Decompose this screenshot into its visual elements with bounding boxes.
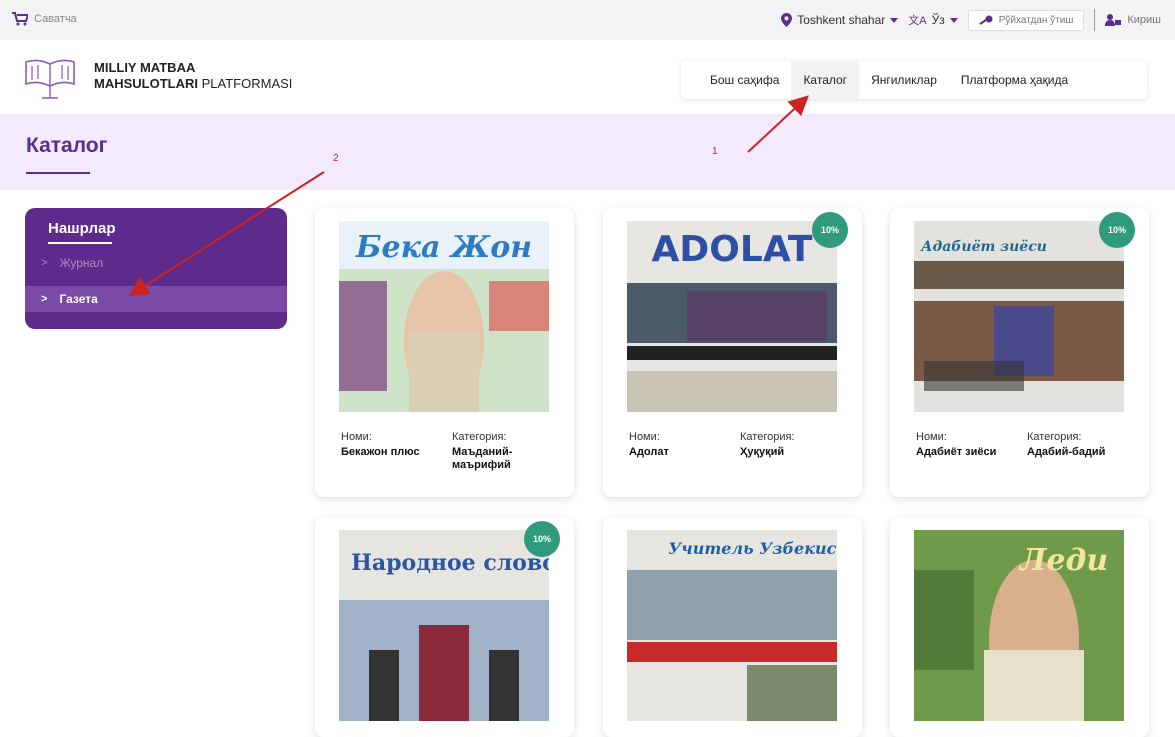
site-header: MILLIY MATBAA MAHSULOTLARI PLATFORMASI Б… <box>0 40 1175 114</box>
cover-image: ADOLAT <box>627 221 837 412</box>
user-icon <box>1105 14 1122 26</box>
divider <box>1094 9 1096 31</box>
product-card[interactable]: Бека Жон Номи: Бекажон плюс Категория: Маъ… <box>315 208 574 497</box>
category-label: Категория: <box>1027 431 1082 443</box>
annotation-number-1: 1 <box>712 146 718 157</box>
product-card[interactable]: 10% Адабиёт зиёси Номи: Адабиёт зиёси Кат… <box>890 208 1149 497</box>
name-label: Номи: <box>629 431 660 443</box>
cover-title: Народное слово <box>351 550 549 576</box>
card-name: Адабиёт зиёси <box>916 446 997 458</box>
login-label: Кириш <box>1127 14 1161 26</box>
logo-icon[interactable] <box>22 56 78 100</box>
cover-title: Учитель Узбекистана <box>668 539 837 558</box>
register-label: Рўйхатдан ўтиш <box>998 14 1074 26</box>
chevron-down-icon <box>949 17 958 23</box>
key-icon <box>979 15 993 25</box>
product-card[interactable]: 10% ADOLAT Номи: Адолат Категория: Ҳуқуқий <box>603 208 862 497</box>
cover-image: Леди <box>914 530 1124 721</box>
card-name: Адолат <box>629 446 669 458</box>
nav-about[interactable]: Платформа ҳақида <box>949 61 1080 99</box>
card-category: Адабий-бадий <box>1027 446 1106 458</box>
nav-home[interactable]: Бош саҳифа <box>681 61 791 99</box>
register-button[interactable]: Рўйхатдан ўтиш <box>967 9 1085 31</box>
sidebar-item-label: Журнал <box>59 256 104 270</box>
cover-image: Адабиёт зиёси <box>914 221 1124 412</box>
cover-title: Леди <box>1018 543 1108 578</box>
brand-line2-rest: PLATFORMASI <box>201 76 293 91</box>
discount-badge: 10% <box>1099 212 1135 248</box>
cart-link[interactable]: Саватча <box>12 12 77 26</box>
product-card[interactable]: Учитель Узбекистана <box>603 517 862 737</box>
product-card[interactable]: 10% Народное слово <box>315 517 574 737</box>
location-pin-icon <box>781 13 793 27</box>
sidebar-item-label: Газета <box>59 292 98 306</box>
category-label: Категория: <box>452 431 507 443</box>
chevron-right-icon: > <box>41 293 48 305</box>
page-title: Каталог <box>26 134 108 157</box>
discount-badge: 10% <box>524 521 560 557</box>
language-label: Ўз <box>931 13 945 27</box>
sidebar-title: Нашрлар <box>48 220 116 237</box>
main-nav: Бош саҳифа Каталог Янгиликлар Платформа … <box>681 61 1147 99</box>
name-label: Номи: <box>341 431 372 443</box>
cover-title: Бека Жон <box>355 230 532 265</box>
card-category: Ҳуқуқий <box>740 446 785 458</box>
cover-image: Учитель Узбекистана <box>627 530 837 721</box>
brand-line1: MILLIY MATBAA <box>94 60 196 75</box>
chevron-right-icon: > <box>41 257 48 269</box>
cover-image: Бека Жон <box>339 221 549 412</box>
sidebar-item-newspaper[interactable]: > Газета <box>25 286 287 312</box>
brand-line2-bold: MAHSULOTLARI <box>94 76 198 91</box>
discount-badge: 10% <box>812 212 848 248</box>
sidebar-item-journal[interactable]: > Журнал <box>25 250 287 276</box>
name-label: Номи: <box>916 431 947 443</box>
nav-catalog[interactable]: Каталог <box>791 61 860 99</box>
cover-title: Адабиёт зиёси <box>920 239 1047 255</box>
page-banner: Каталог <box>0 114 1175 190</box>
annotation-number-2: 2 <box>333 153 339 164</box>
cart-icon <box>12 12 28 26</box>
cover-title: ADOLAT <box>652 229 813 270</box>
location-select[interactable]: Toshkent shahar <box>781 13 899 27</box>
chevron-down-icon <box>890 17 899 23</box>
card-category: Маъданий-маърифий <box>452 446 513 471</box>
sidebar-title-underline <box>48 242 112 244</box>
login-button[interactable]: Кириш <box>1105 14 1161 26</box>
language-select[interactable]: 文A Ўз <box>908 12 958 28</box>
nav-news[interactable]: Янгиликлар <box>859 61 949 99</box>
top-bar: Саватча Toshkent shahar 文A Ўз Рўйхатдан … <box>0 0 1175 40</box>
location-label: Toshkent shahar <box>797 13 886 27</box>
translate-icon: 文A <box>908 15 927 27</box>
category-label: Категория: <box>740 431 795 443</box>
product-card[interactable]: Леди <box>890 517 1149 737</box>
cart-label: Саватча <box>34 13 77 25</box>
title-underline <box>26 172 90 174</box>
brand-name: MILLIY MATBAA MAHSULOTLARI PLATFORMASI <box>94 60 292 92</box>
card-name: Бекажон плюс <box>341 446 420 458</box>
cover-image: Народное слово <box>339 530 549 721</box>
